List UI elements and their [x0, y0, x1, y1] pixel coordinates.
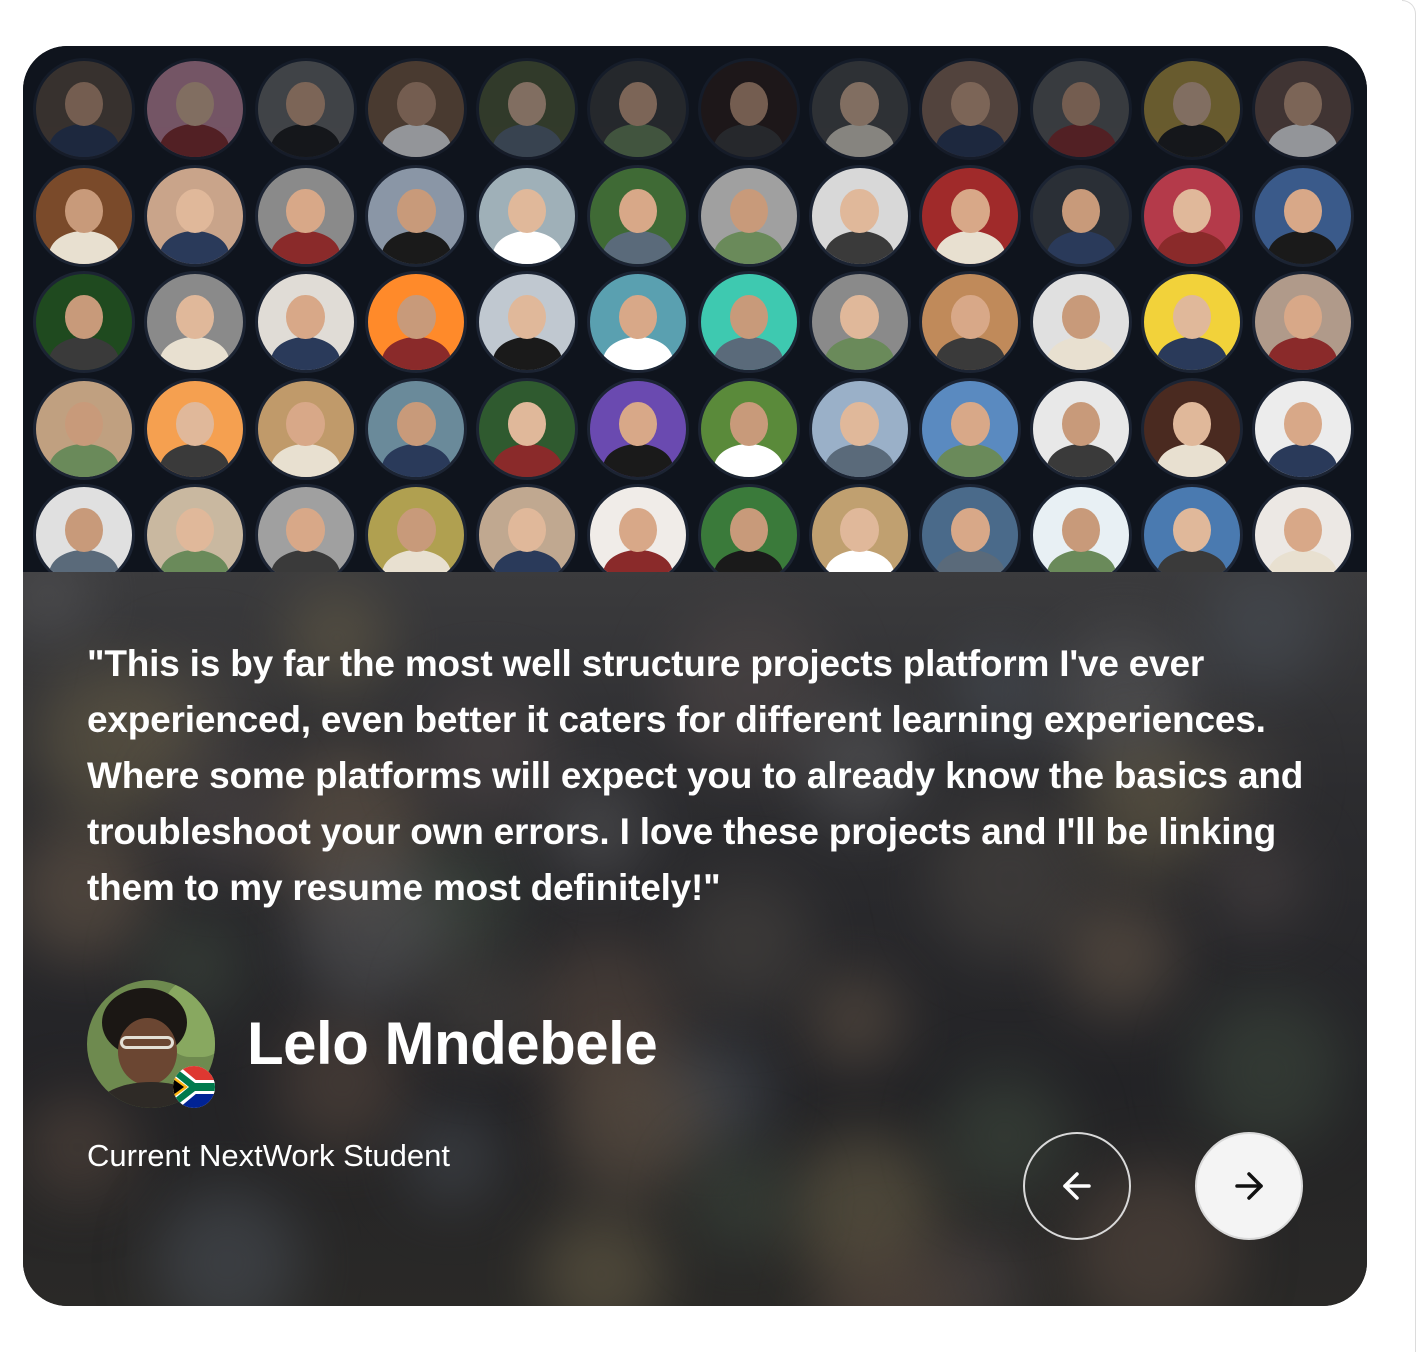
community-avatar: [365, 484, 468, 572]
community-avatar: [808, 58, 911, 160]
window-edge: [1402, 0, 1416, 1352]
community-avatar: [808, 484, 911, 572]
community-avatar: [33, 164, 135, 267]
community-avatar: [1251, 58, 1354, 160]
community-avatar: [587, 58, 689, 160]
community-avatar: [254, 271, 357, 373]
community-avatar: [365, 58, 468, 160]
community-avatar: [33, 271, 135, 373]
community-avatar: [808, 377, 911, 480]
south-africa-flag-icon: [173, 1066, 215, 1108]
community-avatar-grid: [23, 46, 1367, 572]
community-avatar: [1251, 271, 1354, 373]
community-avatar: [476, 58, 579, 160]
community-avatar: [143, 164, 246, 267]
community-avatar: [808, 271, 911, 373]
community-avatar: [1251, 484, 1354, 572]
background-blur-blob: [537, 1210, 665, 1306]
next-testimonial-button[interactable]: [1195, 1132, 1303, 1240]
community-avatar: [254, 164, 357, 267]
background-blur-blob: [154, 1189, 301, 1306]
community-avatar: [33, 377, 135, 480]
community-avatar: [1141, 58, 1243, 160]
community-avatar: [476, 271, 579, 373]
community-avatar: [254, 484, 357, 572]
author-role: Current NextWork Student: [87, 1138, 450, 1173]
community-avatar: [697, 377, 800, 480]
community-avatar: [1141, 271, 1243, 373]
background-blur-blob: [23, 572, 93, 642]
community-avatar: [476, 484, 579, 572]
community-avatar: [919, 484, 1022, 572]
community-avatar: [587, 377, 689, 480]
community-avatar: [587, 484, 689, 572]
community-avatar: [919, 58, 1022, 160]
community-avatar: [587, 271, 689, 373]
author-name: Lelo Mndebele: [247, 1010, 658, 1077]
testimonial-quote: "This is by far the most well structure …: [87, 643, 1304, 908]
community-avatar: [365, 271, 468, 373]
community-avatar: [365, 377, 468, 480]
community-avatar: [1030, 484, 1133, 572]
community-avatar: [1030, 164, 1133, 267]
community-avatar: [1141, 484, 1243, 572]
community-avatar: [919, 271, 1022, 373]
community-avatar: [697, 164, 800, 267]
community-avatar: [1030, 271, 1133, 373]
community-avatar: [1141, 377, 1243, 480]
community-avatar: [587, 164, 689, 267]
community-avatar: [697, 58, 800, 160]
community-avatar: [476, 164, 579, 267]
community-avatar: [1030, 58, 1133, 160]
community-avatar: [476, 377, 579, 480]
community-avatar: [1251, 377, 1354, 480]
testimonial-card: "This is by far the most well structure …: [23, 46, 1367, 1306]
community-avatar: [143, 58, 246, 160]
community-avatar: [33, 58, 135, 160]
community-avatar: [143, 377, 246, 480]
page: "This is by far the most well structure …: [0, 0, 1418, 1352]
previous-testimonial-button[interactable]: [1023, 1132, 1131, 1240]
community-avatar: [254, 58, 357, 160]
community-avatar: [1141, 164, 1243, 267]
arrow-left-icon: [1063, 1172, 1091, 1200]
community-avatar: [33, 484, 135, 572]
community-avatar: [697, 484, 800, 572]
background-blur-blob: [688, 1147, 793, 1252]
arrow-right-icon: [1235, 1172, 1263, 1200]
community-avatar: [1251, 164, 1354, 267]
community-avatar: [143, 271, 246, 373]
community-avatar: [143, 484, 246, 572]
community-avatar: [919, 377, 1022, 480]
community-avatar: [808, 164, 911, 267]
community-avatar: [254, 377, 357, 480]
background-blur-blob: [809, 974, 901, 1066]
community-avatar: [697, 271, 800, 373]
community-avatar: [1030, 377, 1133, 480]
community-avatar: [919, 164, 1022, 267]
background-blur-blob: [1192, 995, 1345, 1148]
community-avatar: [365, 164, 468, 267]
